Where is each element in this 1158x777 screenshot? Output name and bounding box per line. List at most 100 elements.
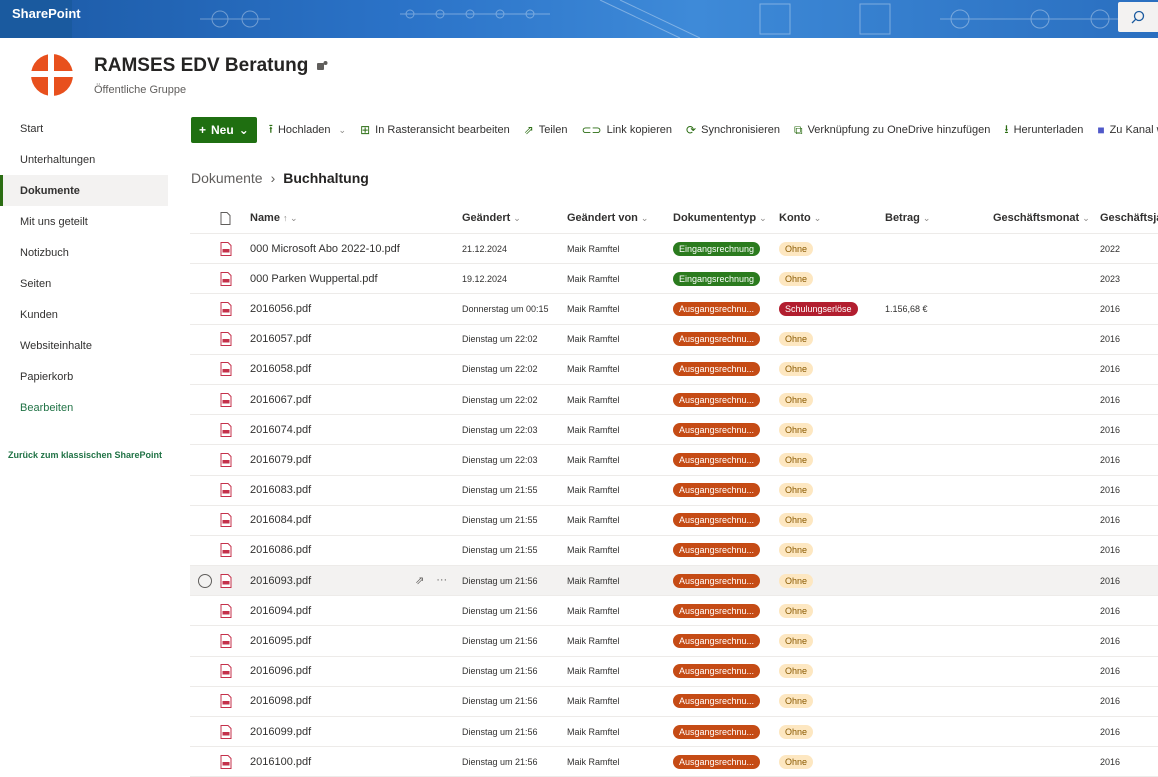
file-name-link[interactable]: 2016086.pdf [250,544,462,556]
table-row[interactable]: 2016094.pdf Dienstag um 21:56 Maik Ramftel… [190,596,1158,627]
row-actions: ⇗ ··· [415,574,447,587]
more-actions-icon[interactable]: ··· [436,574,447,587]
nav-item-papierkorb[interactable]: Papierkorb [0,361,168,392]
nav-item-mit-uns-geteilt[interactable]: Mit uns geteilt [0,206,168,237]
table-row[interactable]: 2016095.pdf Dienstag um 21:56 Maik Ramftel… [190,626,1158,657]
column-header-modified-by[interactable]: Geändert von ⌄ [567,212,673,224]
modified-by-cell[interactable]: Maik Ramftel [567,545,673,555]
modified-by-cell[interactable]: Maik Ramftel [567,696,673,706]
search-button[interactable] [1118,2,1158,32]
file-name-link[interactable]: 2016083.pdf [250,484,462,496]
konto-cell: Ohne [779,422,885,437]
sharepoint-brand-link[interactable]: SharePoint [0,0,81,38]
file-name-link[interactable]: 2016095.pdf [250,635,462,647]
breadcrumb-root[interactable]: Dokumente [191,170,263,186]
teams-icon[interactable] [316,60,328,72]
file-name-link[interactable]: 2016067.pdf [250,394,462,406]
modified-by-cell[interactable]: Maik Ramftel [567,455,673,465]
column-header-jahr-label: Geschäftsjahr [1100,212,1158,224]
modified-by-cell[interactable]: Maik Ramftel [567,364,673,374]
file-name-link[interactable]: 2016074.pdf [250,424,462,436]
file-name-link[interactable]: 2016084.pdf [250,514,462,526]
column-header-modified[interactable]: Geändert ⌄ [462,212,567,224]
file-icon-cell [220,483,250,498]
modified-by-cell[interactable]: Maik Ramftel [567,334,673,344]
nav-item-start[interactable]: Start [0,113,168,144]
modified-by-cell[interactable]: Maik Ramftel [567,274,673,284]
nav-item-seiten[interactable]: Seiten [0,268,168,299]
file-name-link[interactable]: 000 Microsoft Abo 2022-10.pdf [250,243,462,255]
new-button[interactable]: + Neu ⌄ [191,117,257,143]
table-row[interactable]: 2016074.pdf Dienstag um 22:03 Maik Ramftel… [190,415,1158,446]
file-name-link[interactable]: 2016079.pdf [250,454,462,466]
nav-item-dokumente[interactable]: Dokumente [0,175,168,206]
pdf-file-icon [220,392,232,407]
jahr-cell: 2023 [1100,273,1121,284]
table-row[interactable]: 2016100.pdf Dienstag um 21:56 Maik Ramftel… [190,747,1158,777]
column-header-betrag[interactable]: Betrag ⌄ [885,212,993,224]
file-name-link[interactable]: 2016099.pdf [250,726,462,738]
go-to-channel-button[interactable]: ■ Zu Kanal wechseln [1097,123,1158,137]
file-name-link[interactable]: 2016096.pdf [250,665,462,677]
modified-by-cell[interactable]: Maik Ramftel [567,515,673,525]
table-row[interactable]: 2016083.pdf Dienstag um 21:55 Maik Ramftel… [190,476,1158,506]
modified-by-cell[interactable]: Maik Ramftel [567,757,673,767]
table-row[interactable]: 2016058.pdf Dienstag um 22:02 Maik Ramftel… [190,355,1158,385]
modified-by-cell[interactable]: Maik Ramftel [567,304,673,314]
table-row[interactable]: 2016057.pdf Dienstag um 22:02 Maik Ramftel… [190,325,1158,355]
upload-button[interactable]: ⭱ Hochladen ⌄ [269,120,346,141]
table-row[interactable]: 2016067.pdf Dienstag um 22:02 Maik Ramftel… [190,385,1158,416]
modified-by-cell[interactable]: Maik Ramftel [567,244,673,254]
modified-by-cell[interactable]: Maik Ramftel [567,425,673,435]
nav-item-notizbuch[interactable]: Notizbuch [0,237,168,268]
nav-item-kunden[interactable]: Kunden [0,299,168,330]
modified-by-cell[interactable]: Maik Ramftel [567,636,673,646]
table-row[interactable]: 000 Parken Wuppertal.pdf 19.12.2024 Maik R… [190,264,1158,295]
table-row[interactable]: 2016056.pdf Donnerstag um 00:15 Maik Ramft… [190,294,1158,325]
table-row[interactable]: 2016099.pdf Dienstag um 21:56 Maik Ramftel… [190,717,1158,748]
table-row[interactable]: 2016093.pdf Dienstag um 21:56 Maik Ramftel… [190,566,1158,597]
chevron-right-icon: › [270,170,276,186]
table-row[interactable]: 000 Microsoft Abo 2022-10.pdf 21.12.2024 M… [190,234,1158,265]
file-type-header[interactable] [220,211,250,225]
modified-by-cell[interactable]: Maik Ramftel [567,576,673,586]
table-row[interactable]: 2016084.pdf Dienstag um 21:55 Maik Ramftel… [190,506,1158,536]
column-header-jahr[interactable]: Geschäftsjahr [1100,212,1158,224]
nav-edit-link[interactable]: Bearbeiten [0,392,168,423]
table-row[interactable]: 2016098.pdf Dienstag um 21:56 Maik Ramftel… [190,687,1158,717]
grid-view-button[interactable]: ⊞ In Rasteransicht bearbeiten [360,123,510,137]
konto-pill: Schulungserlöse [779,301,858,316]
modified-by-cell[interactable]: Maik Ramftel [567,395,673,405]
file-name-link[interactable]: 2016094.pdf [250,605,462,617]
download-button[interactable]: ⭳ Herunterladen [1004,120,1083,141]
share-button[interactable]: ⇗ Teilen [524,123,568,137]
file-name-link[interactable]: 2016100.pdf [250,756,462,768]
table-row[interactable]: 2016086.pdf Dienstag um 21:55 Maik Ramftel… [190,536,1158,567]
file-name-link[interactable]: 2016056.pdf [250,303,462,315]
site-title[interactable]: RAMSES EDV Beratung [94,55,328,77]
nav-item-websiteinhalte[interactable]: Websiteinhalte [0,330,168,361]
file-name-link[interactable]: 000 Parken Wuppertal.pdf [250,273,462,285]
file-name-link[interactable]: 2016098.pdf [250,695,462,707]
row-select-radio[interactable] [198,573,212,588]
share-icon[interactable]: ⇗ [415,574,424,587]
modified-by-cell[interactable]: Maik Ramftel [567,485,673,495]
table-row[interactable]: 2016096.pdf Dienstag um 21:56 Maik Ramftel… [190,657,1158,687]
jahr-cell: 2016 [1100,696,1121,707]
column-header-doctype[interactable]: Dokumententyp ⌄ [673,212,779,224]
table-row[interactable]: 2016079.pdf Dienstag um 22:03 Maik Ramftel… [190,445,1158,476]
file-name-link[interactable]: 2016057.pdf [250,333,462,345]
modified-by-cell[interactable]: Maik Ramftel [567,606,673,616]
nav-item-unterhaltungen[interactable]: Unterhaltungen [0,144,168,175]
sync-button[interactable]: ⟳ Synchronisieren [686,123,780,137]
add-onedrive-shortcut-button[interactable]: ⧉ Verknüpfung zu OneDrive hinzufügen [794,123,990,138]
back-to-classic-link[interactable]: Zurück zum klassischen SharePoint [0,445,168,465]
file-name-link[interactable]: 2016058.pdf [250,363,462,375]
column-header-name[interactable]: Name ↑ ⌄ [250,212,462,224]
column-header-konto[interactable]: Konto ⌄ [779,212,885,224]
modified-by-cell[interactable]: Maik Ramftel [567,727,673,737]
column-header-monat[interactable]: Geschäftsmonat ⌄ [993,212,1100,224]
row-select-cell[interactable] [190,573,220,588]
modified-by-cell[interactable]: Maik Ramftel [567,666,673,676]
copy-link-button[interactable]: ⊂⊃ Link kopieren [582,123,673,137]
